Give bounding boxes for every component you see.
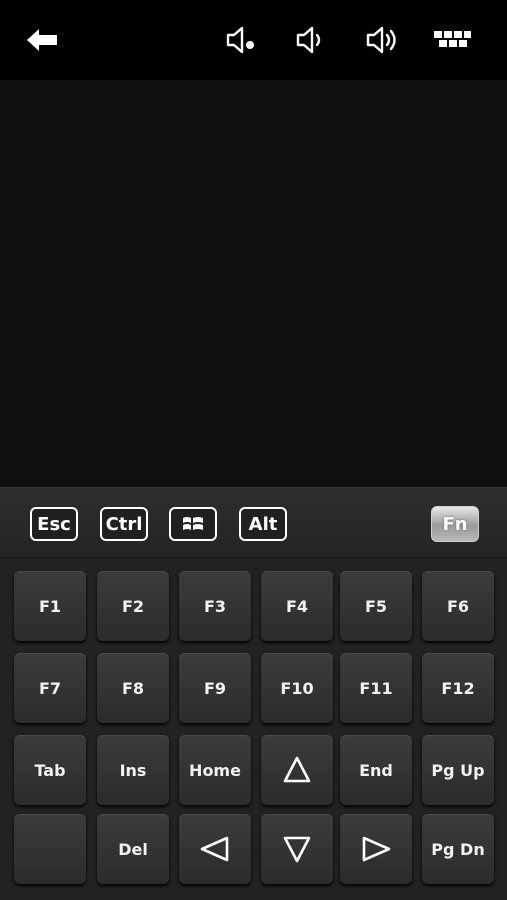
key-label: F12 — [441, 678, 475, 698]
key-label: Tab — [34, 760, 66, 780]
alt-key[interactable]: Alt — [239, 507, 287, 541]
keyboard-icon — [434, 31, 471, 47]
arrow-left-icon — [200, 836, 229, 862]
volume-down-button[interactable] — [292, 22, 334, 58]
fn-key-label: Fn — [442, 513, 468, 535]
key-f2[interactable]: F2 — [97, 571, 169, 641]
key-f1[interactable]: F1 — [14, 571, 86, 641]
key-f7[interactable]: F7 — [14, 653, 86, 723]
function-keypad: F1 F2 F3 F4 F5 F6 F7 F8 F9 F10 F11 F12 T… — [0, 558, 507, 900]
key-end[interactable]: End — [340, 735, 412, 805]
key-label: Pg Up — [431, 760, 485, 780]
arrow-up-icon — [283, 756, 311, 783]
key-label: F6 — [446, 596, 470, 616]
key-page-up[interactable]: Pg Up — [422, 735, 494, 805]
back-button[interactable] — [22, 22, 62, 58]
key-f4[interactable]: F4 — [261, 571, 333, 641]
modifier-bar: Esc Ctrl Alt Fn — [0, 487, 507, 558]
key-f5[interactable]: F5 — [340, 571, 412, 641]
key-label: Ins — [119, 760, 147, 780]
alt-key-label: Alt — [248, 513, 278, 535]
windows-logo-icon — [183, 517, 203, 530]
key-label: End — [359, 760, 393, 780]
key-f8[interactable]: F8 — [97, 653, 169, 723]
key-arrow-right[interactable] — [340, 814, 412, 884]
touchpad-area[interactable] — [0, 80, 507, 487]
volume-mute-icon — [226, 26, 254, 54]
ctrl-key[interactable]: Ctrl — [100, 507, 148, 541]
volume-up-icon — [366, 26, 396, 54]
volume-mute-button[interactable] — [222, 22, 264, 58]
key-page-down[interactable]: Pg Dn — [422, 814, 494, 884]
key-f3[interactable]: F3 — [179, 571, 251, 641]
top-bar — [0, 0, 507, 80]
key-delete[interactable]: Del — [97, 814, 169, 884]
key-home[interactable]: Home — [179, 735, 251, 805]
key-tab[interactable]: Tab — [14, 735, 86, 805]
key-label: Del — [118, 839, 148, 859]
key-label: F8 — [121, 678, 145, 698]
back-arrow-icon — [27, 29, 57, 51]
volume-down-icon — [296, 26, 321, 54]
key-f6[interactable]: F6 — [422, 571, 494, 641]
key-label: Home — [189, 760, 241, 780]
ctrl-key-label: Ctrl — [105, 513, 143, 535]
windows-key[interactable] — [169, 507, 217, 541]
arrow-down-icon — [283, 836, 311, 863]
key-arrow-left[interactable] — [179, 814, 251, 884]
key-arrow-up[interactable] — [261, 735, 333, 805]
fn-key[interactable]: Fn — [431, 506, 479, 542]
esc-key-label: Esc — [37, 513, 71, 535]
key-f10[interactable]: F10 — [261, 653, 333, 723]
key-label: Pg Dn — [431, 839, 485, 859]
keyboard-button[interactable] — [428, 22, 476, 58]
key-label: F10 — [280, 678, 314, 698]
key-label: F4 — [285, 596, 309, 616]
key-label: F3 — [203, 596, 227, 616]
key-insert[interactable]: Ins — [97, 735, 169, 805]
key-label: F5 — [364, 596, 388, 616]
key-label: F1 — [38, 596, 62, 616]
key-f12[interactable]: F12 — [422, 653, 494, 723]
key-label: F2 — [121, 596, 145, 616]
arrow-right-icon — [362, 836, 391, 862]
key-label: F7 — [38, 678, 62, 698]
key-arrow-down[interactable] — [261, 814, 333, 884]
key-f11[interactable]: F11 — [340, 653, 412, 723]
key-label: F11 — [359, 678, 393, 698]
volume-up-button[interactable] — [362, 22, 406, 58]
key-label: F9 — [203, 678, 227, 698]
key-blank[interactable] — [14, 814, 86, 884]
key-f9[interactable]: F9 — [179, 653, 251, 723]
esc-key[interactable]: Esc — [30, 507, 78, 541]
